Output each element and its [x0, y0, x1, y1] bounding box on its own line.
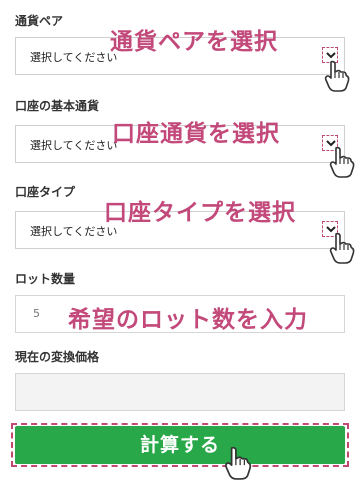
- pointer-hand-icon: [329, 146, 355, 178]
- rate-output: [15, 373, 345, 411]
- currency-pair-value: 選択してください: [30, 51, 118, 64]
- lot-annotation: 希望のロット数を入力: [68, 307, 308, 333]
- pointer-hand-icon: [324, 60, 350, 92]
- currency-pair-annotation: 通貨ペアを選択: [110, 29, 278, 55]
- lot-value: 5: [33, 307, 40, 320]
- chevron-down-icon: [326, 52, 336, 59]
- pointer-hand-icon: [225, 446, 252, 480]
- account-type-label: 口座タイプ: [15, 185, 76, 199]
- pointer-hand-icon: [329, 232, 355, 264]
- lot-label: ロット数量: [15, 272, 76, 286]
- rate-label: 現在の変換価格: [15, 350, 100, 364]
- account-type-annotation: 口座タイプを選択: [104, 200, 296, 226]
- base-currency-annotation: 口座通貨を選択: [112, 121, 280, 147]
- currency-pair-label: 通貨ペア: [15, 14, 64, 28]
- base-currency-value: 選択してください: [30, 139, 118, 152]
- calculate-button[interactable]: 計算する: [15, 426, 345, 464]
- base-currency-label: 口座の基本通貨: [15, 99, 100, 113]
